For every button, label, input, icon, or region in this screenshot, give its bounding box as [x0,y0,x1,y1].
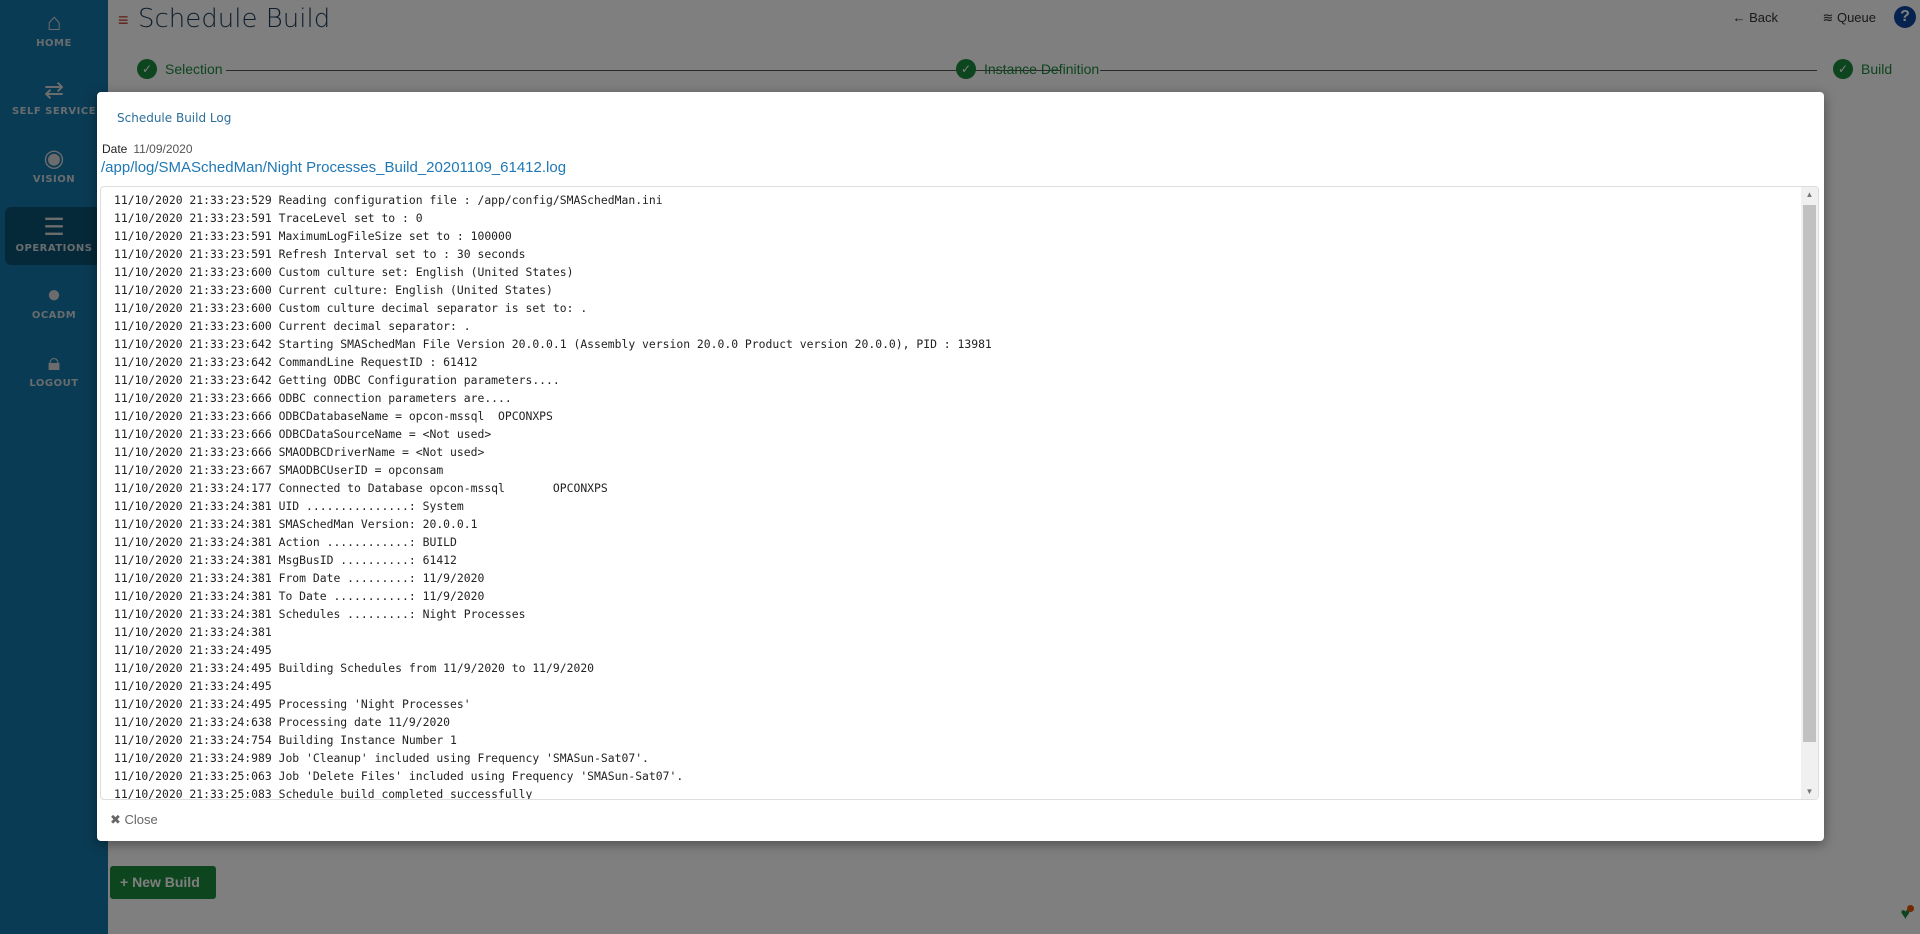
dialog-title: Schedule Build Log [117,111,232,125]
log-line: 11/10/2020 21:33:23:642 Getting ODBC Con… [114,373,560,387]
log-line: 11/10/2020 21:33:23:666 ODBC connection … [114,391,512,405]
close-icon: ✖ [110,812,125,827]
scrollbar[interactable]: ▲ ▼ [1801,187,1818,799]
log-line: 11/10/2020 21:33:23:666 ODBCDataSourceNa… [114,427,492,441]
log-line: 11/10/2020 21:33:24:495 [114,679,272,693]
log-lines: 11/10/2020 21:33:23:529 Reading configur… [114,191,992,800]
log-line: 11/10/2020 21:33:23:666 SMAODBCDriverNam… [114,445,485,459]
log-line: 11/10/2020 21:33:24:754 Building Instanc… [114,733,457,747]
log-line: 11/10/2020 21:33:24:381 [114,625,272,639]
log-line: 11/10/2020 21:33:24:177 Connected to Dat… [114,481,608,495]
log-line: 11/10/2020 21:33:24:638 Processing date … [114,715,451,729]
scroll-down-icon[interactable]: ▼ [1801,787,1818,796]
log-line: 11/10/2020 21:33:23:642 CommandLine Requ… [114,355,478,369]
log-line: 11/10/2020 21:33:24:381 Schedules ......… [114,607,526,621]
log-line: 11/10/2020 21:33:23:529 Reading configur… [114,193,663,207]
log-line: 11/10/2020 21:33:23:666 ODBCDatabaseName… [114,409,553,423]
log-line: 11/10/2020 21:33:23:600 Current decimal … [114,319,471,333]
log-line: 11/10/2020 21:33:23:600 Custom culture d… [114,301,588,315]
log-line: 11/10/2020 21:33:23:591 TraceLevel set t… [114,211,423,225]
log-line: 11/10/2020 21:33:24:381 Action .........… [114,535,457,549]
log-line: 11/10/2020 21:33:24:495 Processing 'Nigh… [114,697,471,711]
log-line: 11/10/2020 21:33:24:381 MsgBusID .......… [114,553,457,567]
close-button[interactable]: ✖ Close [110,812,158,828]
log-line: 11/10/2020 21:33:23:667 SMAODBCUserID = … [114,463,444,477]
log-line: 11/10/2020 21:33:23:600 Current culture:… [114,283,553,297]
log-line: 11/10/2020 21:33:24:495 Building Schedul… [114,661,595,675]
log-line: 11/10/2020 21:33:24:495 [114,643,272,657]
log-line: 11/10/2020 21:33:24:381 UID ............… [114,499,464,513]
log-line: 11/10/2020 21:33:23:642 Starting SMASche… [114,337,992,351]
log-date: Date 11/09/2020 [102,142,193,156]
log-line: 11/10/2020 21:33:24:381 From Date ......… [114,571,485,585]
log-viewer[interactable]: 11/10/2020 21:33:23:529 Reading configur… [100,186,1819,800]
log-line: 11/10/2020 21:33:24:381 SMASchedMan Vers… [114,517,478,531]
log-line: 11/10/2020 21:33:24:989 Job 'Cleanup' in… [114,751,649,765]
log-line: 11/10/2020 21:33:23:591 Refresh Interval… [114,247,526,261]
log-line: 11/10/2020 21:33:25:063 Job 'Delete File… [114,769,684,783]
log-line: 11/10/2020 21:33:23:591 MaximumLogFileSi… [114,229,512,243]
log-line: 11/10/2020 21:33:23:600 Custom culture s… [114,265,574,279]
log-line: 11/10/2020 21:33:24:381 To Date ........… [114,589,485,603]
log-file-path[interactable]: /app/log/SMASchedMan/Night Processes_Bui… [101,159,566,176]
log-line: 11/10/2020 21:33:25:083 Schedule build c… [114,787,533,800]
scroll-up-icon[interactable]: ▲ [1801,190,1818,199]
schedule-build-log-dialog: Schedule Build Log Date 11/09/2020 /app/l… [97,92,1824,841]
scrollbar-thumb[interactable] [1803,205,1816,742]
